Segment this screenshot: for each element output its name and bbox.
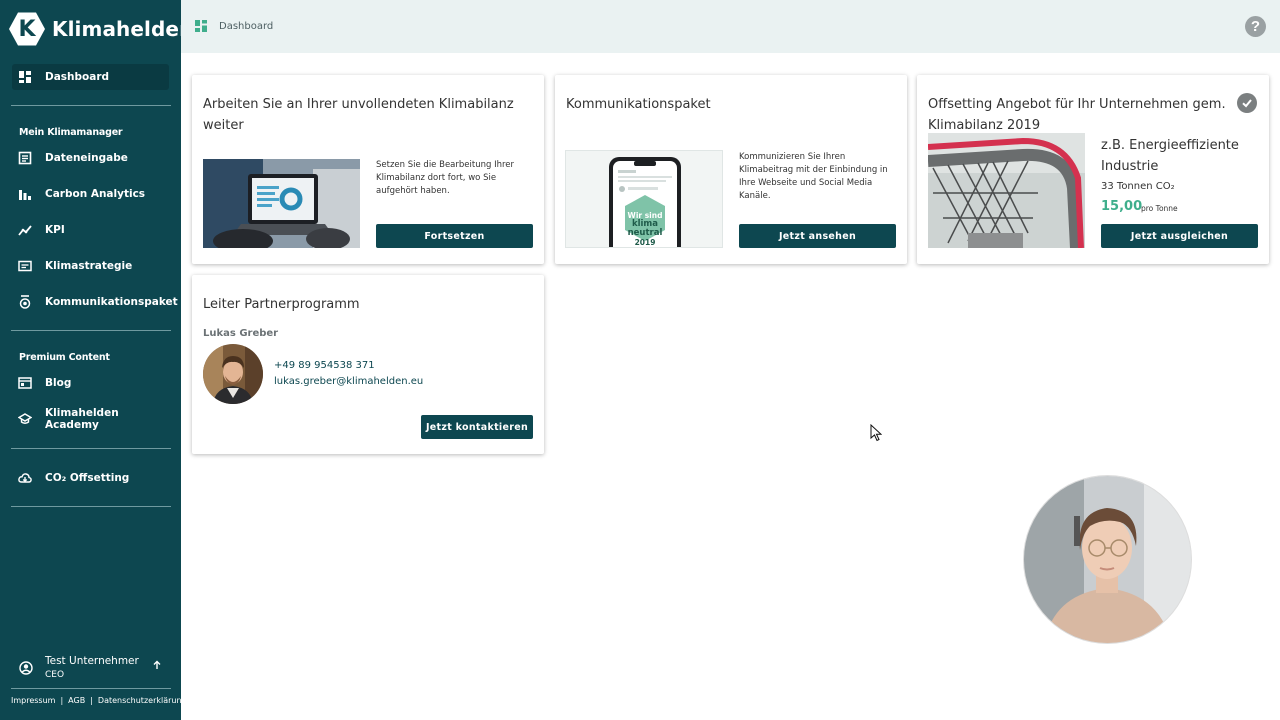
- blog-icon: [18, 376, 32, 390]
- offer-price: 15,00: [1101, 199, 1143, 214]
- impressum-link[interactable]: Impressum: [11, 696, 55, 705]
- card-title: Offsetting Angebot für Ihr Unternehmen g…: [928, 97, 1226, 133]
- partner-phone[interactable]: +49 89 954538 371: [274, 360, 375, 371]
- privacy-link[interactable]: Datenschutzerklärung: [98, 696, 187, 705]
- account-circle-icon: [19, 660, 33, 675]
- sidebar-item-label: Dashboard: [45, 71, 110, 83]
- sidebar-item-academy[interactable]: Klimahelden Academy: [12, 406, 169, 432]
- section-title-klimamanager: Mein Klimamanager: [19, 127, 123, 138]
- badge-line: neutral: [627, 228, 663, 238]
- partner-name: Lukas Greber: [203, 328, 279, 339]
- webcam-video: [1024, 476, 1191, 643]
- offer-price-unit: pro Tonne: [1141, 204, 1178, 213]
- user-menu[interactable]: Test Unternehmer CEO: [19, 655, 169, 680]
- card-title: Leiter Partnerprogramm: [203, 297, 360, 312]
- sidebar-item-dateneingabe[interactable]: Dateneingabe: [12, 145, 169, 171]
- sidebar-divider: [11, 448, 171, 449]
- card-partner-program: Leiter Partnerprogramm Lukas Greber +49 …: [192, 275, 544, 454]
- phone-image: Wir sind klima neutral 2019: [565, 150, 723, 248]
- card-description: Kommunizieren Sie Ihren Klimabeitrag mit…: [739, 152, 888, 201]
- arrow-up-icon[interactable]: [152, 660, 162, 670]
- sidebar-item-dashboard[interactable]: Dashboard: [12, 64, 169, 90]
- sidebar-item-label: KPI: [45, 224, 65, 236]
- footer-separator: |: [60, 696, 64, 705]
- climate-neutral-badge: Wir sind klima neutral 2019: [626, 211, 664, 247]
- user-role: CEO: [45, 670, 65, 680]
- breadcrumb[interactable]: Dashboard: [219, 21, 273, 32]
- card-communication-package: Kommunikationspaket Wir sind klima neutr…: [555, 75, 907, 264]
- badge-line: 2019: [634, 238, 656, 247]
- sidebar-item-label: Klimahelden Academy: [45, 407, 119, 431]
- contact-now-button[interactable]: Jetzt kontaktieren: [421, 415, 533, 439]
- card-offsetting-offer: Offsetting Angebot für Ihr Unternehmen g…: [917, 75, 1269, 264]
- user-info: Test Unternehmer CEO: [45, 655, 139, 680]
- sidebar-item-label: Carbon Analytics: [45, 188, 146, 200]
- sidebar-item-kommunikationspaket[interactable]: Kommunikationspaket: [12, 289, 178, 315]
- card-description: Setzen Sie die Bearbeitung Ihrer Klimabi…: [376, 160, 514, 196]
- sidebar-item-label: Kommunikationspaket: [45, 296, 178, 308]
- logo[interactable]: K Klimahelden: [9, 11, 193, 47]
- academy-icon: [18, 412, 32, 426]
- sidebar-item-carbon-analytics[interactable]: Carbon Analytics: [12, 181, 169, 207]
- footer-links: Impressum | AGB | Datenschutzerklärung: [11, 696, 187, 705]
- agb-link[interactable]: AGB: [68, 696, 85, 705]
- user-name: Test Unternehmer: [45, 655, 139, 667]
- continue-button[interactable]: Fortsetzen: [376, 224, 533, 248]
- sidebar-divider: [11, 506, 171, 507]
- sidebar-divider: [11, 105, 171, 106]
- partner-email[interactable]: lukas.greber@klimahelden.eu: [274, 376, 423, 387]
- offer-title: z.B. Energieeffiziente Industrie: [1101, 138, 1239, 174]
- mouse-cursor-icon: [870, 424, 882, 442]
- laptop-image: [203, 159, 360, 248]
- section-title-premium: Premium Content: [19, 352, 110, 363]
- sidebar-divider: [11, 688, 171, 689]
- medal-icon: [18, 295, 32, 309]
- cloud-download-icon: [18, 471, 32, 485]
- card-title: Arbeiten Sie an Ihrer unvollendeten Klim…: [203, 97, 514, 133]
- top-bar: Dashboard ?: [181, 0, 1280, 53]
- view-now-button[interactable]: Jetzt ansehen: [739, 224, 896, 248]
- sidebar-item-label: CO₂ Offsetting: [45, 472, 130, 484]
- data-entry-icon: [18, 151, 32, 165]
- sidebar-item-label: Dateneingabe: [45, 152, 128, 164]
- card-continue-balance: Arbeiten Sie an Ihrer unvollendeten Klim…: [192, 75, 544, 264]
- sidebar-divider: [11, 330, 171, 331]
- sidebar-item-klimastrategie[interactable]: Klimastrategie: [12, 253, 169, 279]
- help-icon[interactable]: ?: [1245, 16, 1266, 37]
- offer-tons: 33 Tonnen CO₂: [1101, 181, 1175, 192]
- bar-chart-icon: [18, 187, 32, 201]
- strategy-icon: [18, 259, 32, 273]
- check-circle-icon: [1237, 93, 1257, 113]
- sidebar-item-label: Blog: [45, 377, 72, 389]
- sidebar: K Klimahelden Dashboard Mein Klimamanage…: [0, 0, 193, 720]
- trend-icon: [18, 223, 32, 237]
- avatar: [203, 344, 263, 404]
- dashboard-icon: [195, 20, 207, 32]
- footer-separator: |: [90, 696, 93, 705]
- logo-text: Klimahelden: [52, 17, 194, 41]
- sidebar-item-blog[interactable]: Blog: [12, 370, 169, 396]
- sidebar-item-kpi[interactable]: KPI: [12, 217, 169, 243]
- logo-hex-icon: K: [9, 12, 45, 46]
- offset-now-button[interactable]: Jetzt ausgleichen: [1101, 224, 1258, 248]
- card-title: Kommunikationspaket: [566, 97, 711, 112]
- industry-image: [928, 133, 1085, 248]
- sidebar-item-co2-offsetting[interactable]: CO₂ Offsetting: [12, 465, 169, 491]
- sidebar-item-label: Klimastrategie: [45, 260, 133, 272]
- dashboard-icon: [18, 70, 32, 84]
